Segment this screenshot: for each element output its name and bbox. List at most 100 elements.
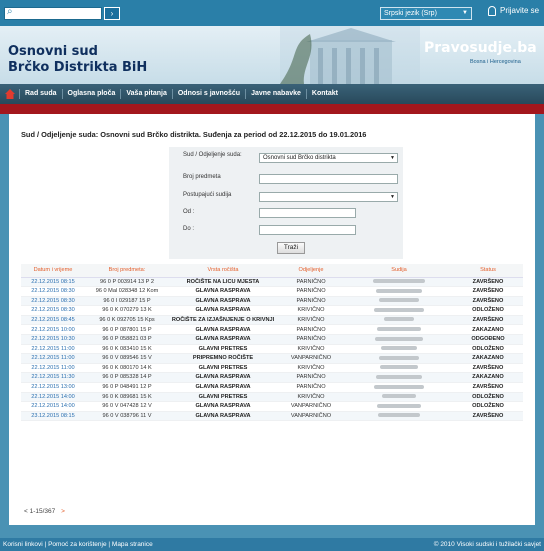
nav-item-odnosi-s-javnoscu[interactable]: Odnosi s javnošću	[171, 89, 245, 99]
cell-hearing-type: PRIPREMNO ROČIŠTE	[169, 353, 277, 364]
cell-department: KRIVIČNO	[277, 315, 345, 326]
cell-hearing-type: GLAVNI PRETRES	[169, 392, 277, 403]
footer-link-help[interactable]: Pomoć za korištenje	[48, 541, 107, 548]
cell-department: PARNIČNO	[277, 296, 345, 307]
search-icon: ⌕	[7, 6, 13, 17]
language-select[interactable]: Srpski jezik (Srp) ▼	[380, 7, 472, 20]
column-header-date[interactable]: Datum i vrijeme	[21, 264, 85, 278]
date-from-input[interactable]	[259, 208, 356, 218]
search-submit-button[interactable]: ›	[104, 7, 120, 20]
cell-judge	[345, 334, 453, 345]
column-header-type[interactable]: Vrsta ročišta	[169, 264, 277, 278]
judge-select[interactable]: ▼	[259, 192, 398, 202]
cell-date: 23.12.2015 08:15	[21, 411, 85, 422]
nav-item-kontakt[interactable]: Kontakt	[305, 89, 343, 99]
courthouse-image	[280, 26, 420, 84]
cell-status: ZAVRŠENO	[453, 411, 523, 422]
cell-status: ZAKAZANO	[453, 324, 523, 336]
cell-status: ODLOŽENO	[453, 344, 523, 355]
cell-status: ZAVRŠENO	[453, 296, 523, 307]
court-select-value: Osnovni sud Brčko distrikta	[263, 155, 336, 161]
cell-judge	[345, 401, 453, 412]
cell-status: ZAVRŠENO	[453, 315, 523, 326]
home-icon[interactable]	[5, 89, 15, 99]
cell-status: ZAVRŠENO	[453, 363, 523, 374]
nav-item-oglasna-ploca[interactable]: Oglasna ploča	[61, 89, 121, 99]
nav-item-rad-suda[interactable]: Rad suda	[19, 89, 62, 99]
cell-case-number: 96 0 Mal 028348 12 Kom	[85, 286, 169, 297]
accent-band	[0, 104, 544, 114]
cell-case-number: 96 0 I 029187 15 P	[85, 296, 169, 307]
cell-date: 22.12.2015 10:30	[21, 334, 85, 345]
cell-judge	[345, 305, 453, 316]
search-input[interactable]: ⌕	[4, 6, 102, 20]
table-row: 22.12.2015 14:00 96 0 K 089681 15 K GLAVNI…	[21, 392, 523, 403]
cell-date: 22.12.2015 11:00	[21, 353, 85, 364]
column-header-department[interactable]: Odjeljenje	[277, 264, 345, 278]
cell-case-number: 96 0 P 058821 03 P	[85, 334, 169, 345]
brand-logo[interactable]: Pravosudje.ba	[424, 40, 537, 56]
court-name: Osnovni sud Brčko Distrikta BiH	[8, 44, 147, 76]
cell-judge	[345, 372, 453, 384]
cell-status: ODLOŽENO	[453, 392, 523, 403]
cell-status: ZAVRŠENO	[453, 277, 523, 288]
pagination-next[interactable]: >	[61, 508, 65, 515]
table-row: 22.12.2015 10:00 96 0 P 087801 15 P GLAVNA…	[21, 324, 523, 336]
case-number-input[interactable]	[259, 174, 398, 184]
cell-hearing-type: GLAVNA RASPRAVA	[169, 305, 277, 316]
column-header-status[interactable]: Status	[453, 264, 523, 278]
pagination: < 1-15/367 >	[24, 508, 65, 515]
cell-judge	[345, 353, 453, 364]
cell-judge	[345, 277, 453, 288]
table-row: 22.12.2015 08:45 96 0 K 092705 15 Kps ROČI…	[21, 315, 523, 326]
column-header-judge[interactable]: Sudija	[345, 264, 453, 278]
search-form: Sud / Odjeljenje suda: Osnovni sud Brčko…	[169, 147, 403, 259]
cell-case-number: 96 0 V 089546 15 V	[85, 353, 169, 364]
chevron-down-icon: ▼	[390, 155, 395, 161]
cell-date: 22.12.2015 08:30	[21, 296, 85, 307]
cell-case-number: 96 0 P 048491 12 P	[85, 382, 169, 393]
table-row: 23.12.2015 08:15 96 0 V 038796 11 V GLAVNA…	[21, 411, 523, 422]
judge-label: Postupajući sudija	[183, 192, 232, 198]
cell-hearing-type: GLAVNA RASPRAVA	[169, 411, 277, 422]
nav-item-javne-nabavke[interactable]: Javne nabavke	[245, 89, 306, 99]
footer-link-useful-links[interactable]: Korisni linkovi	[3, 541, 43, 548]
cell-status: ODLOŽENO	[453, 401, 523, 412]
search-button[interactable]: Traži	[277, 242, 305, 254]
cell-case-number: 96 0 K 080170 14 K	[85, 363, 169, 374]
court-select[interactable]: Osnovni sud Brčko distrikta ▼	[259, 153, 398, 163]
redacted-judge-name	[377, 327, 421, 332]
footer-link-sitemap[interactable]: Mapa stranice	[112, 541, 153, 548]
cell-judge	[345, 392, 453, 403]
copyright: © 2010 Visoki sudski i tužilački savjet	[433, 541, 541, 548]
table-header-row: Datum i vrijeme Broj predmeta: Vrsta roč…	[21, 264, 523, 278]
redacted-judge-name	[378, 413, 420, 418]
cell-date: 22.12.2015 14:00	[21, 392, 85, 403]
cell-hearing-type: GLAVNA RASPRAVA	[169, 286, 277, 297]
date-to-label: Do :	[183, 226, 195, 232]
nav-item-vasa-pitanja[interactable]: Vaša pitanja	[120, 89, 171, 99]
redacted-judge-name	[374, 384, 424, 389]
redacted-judge-name	[376, 375, 422, 379]
cell-date: 22.12.2015 13:00	[21, 382, 85, 393]
pagination-prev[interactable]: <	[24, 508, 28, 515]
cell-case-number: 96 0 K 070279 13 K	[85, 305, 169, 316]
login-link[interactable]: Prijavite se	[488, 6, 539, 16]
redacted-judge-name	[382, 394, 416, 399]
column-header-case[interactable]: Broj predmeta:	[85, 264, 169, 278]
cell-case-number: 96 0 V 047428 12 V	[85, 401, 169, 412]
redacted-judge-name	[376, 288, 422, 293]
page-title: Sud / Odjeljenje suda: Osnovni sud Brčko…	[21, 130, 367, 139]
cell-hearing-type: GLAVNA RASPRAVA	[169, 334, 277, 345]
date-to-input[interactable]	[259, 225, 356, 235]
cell-case-number: 96 0 P 087801 15 P	[85, 324, 169, 336]
redacted-judge-name	[380, 365, 418, 370]
cell-case-number: 96 0 V 038796 11 V	[85, 411, 169, 422]
table-row: 22.12.2015 11:30 96 0 P 085328 14 P GLAVNA…	[21, 372, 523, 384]
cell-department: PARNIČNO	[277, 334, 345, 345]
cell-date: 22.12.2015 11:00	[21, 344, 85, 355]
cell-department: KRIVIČNO	[277, 363, 345, 374]
court-name-line1: Osnovni sud	[8, 44, 98, 59]
cell-department: VANPARNIČNO	[277, 411, 345, 422]
table-row: 22.12.2015 11:00 96 0 K 080170 14 K GLAVNI…	[21, 363, 523, 374]
